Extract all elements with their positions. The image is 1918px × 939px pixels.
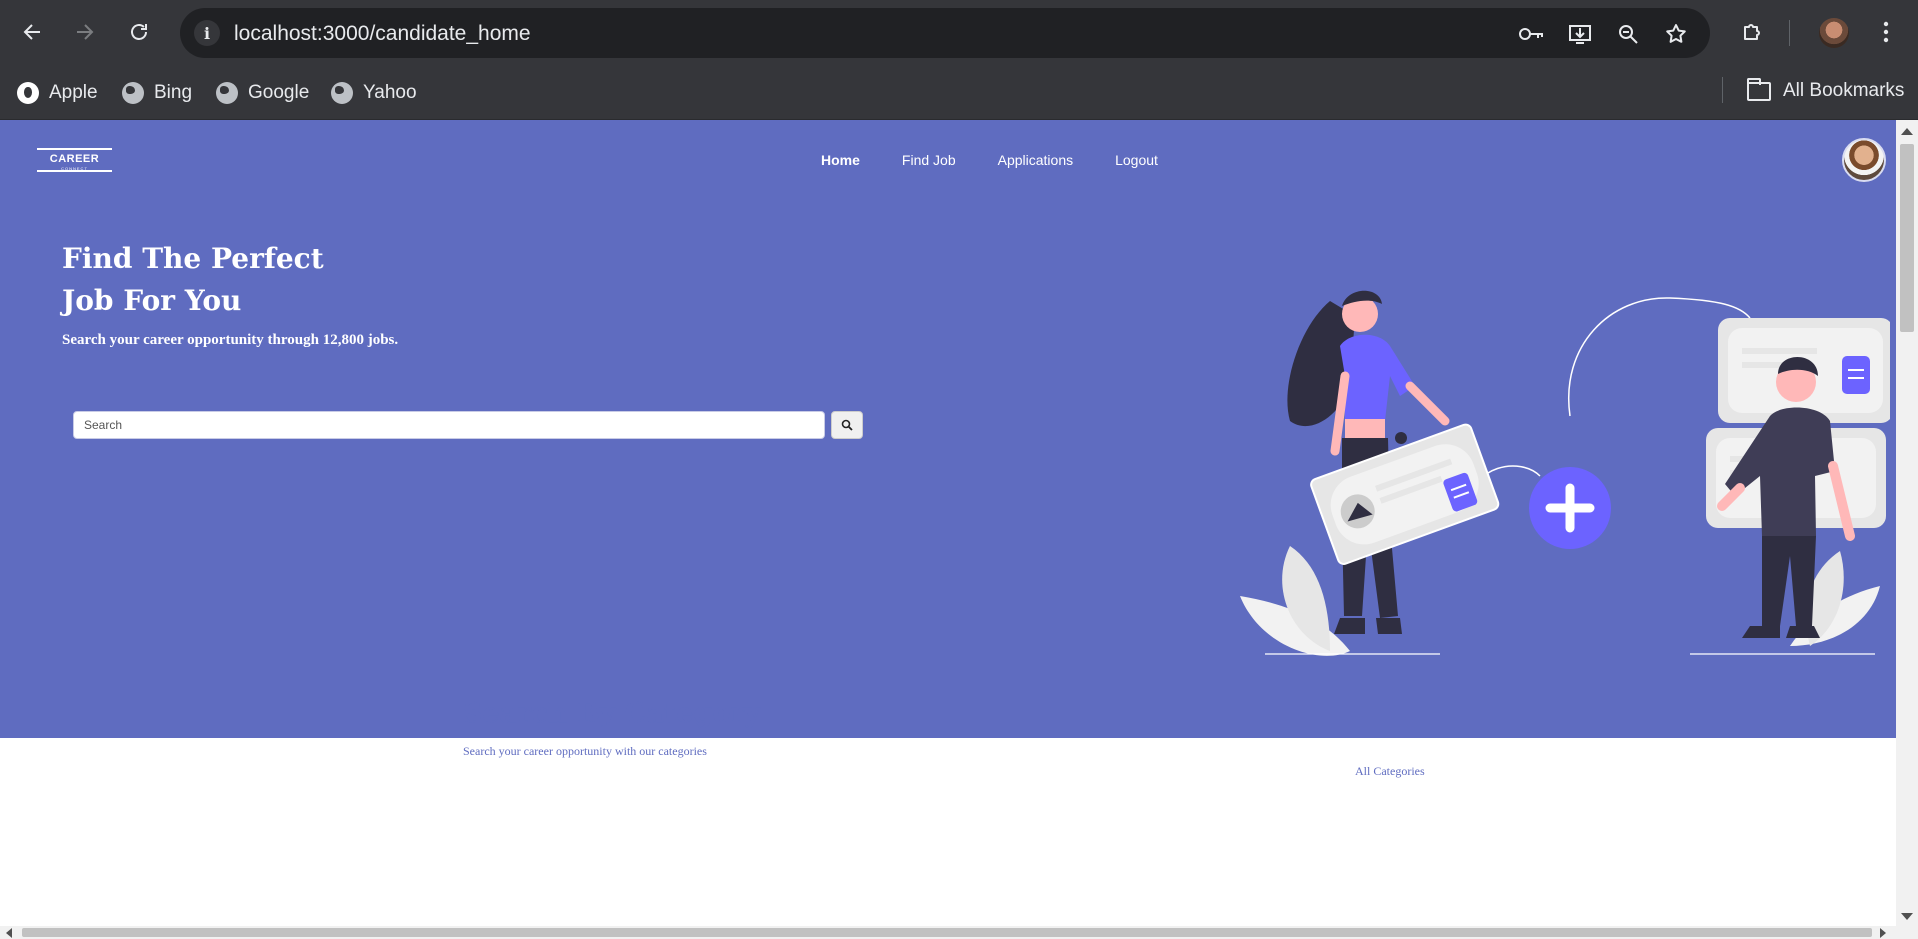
scroll-up-icon[interactable] — [1901, 128, 1913, 135]
category-section-title: Search By Category — [463, 698, 761, 729]
scroll-left-icon[interactable] — [6, 928, 12, 938]
bookmark-apple[interactable]: Apple — [17, 80, 98, 106]
search-icon — [841, 419, 853, 431]
logo-bar — [37, 148, 112, 150]
hero-subtitle: Search your career opportunity through 1… — [62, 332, 399, 348]
bookmark-label: Bing — [154, 82, 193, 103]
main-nav: Home Find Job Applications Logout — [821, 152, 1158, 168]
bookmark-yahoo[interactable]: Yahoo — [331, 80, 417, 106]
nav-applications[interactable]: Applications — [998, 152, 1074, 168]
page-viewport: CAREER CONNECT Home Find Job Application… — [0, 120, 1896, 926]
forward-icon[interactable] — [68, 15, 102, 49]
search-button[interactable] — [831, 411, 863, 439]
all-categories-link[interactable]: All Categories — [1355, 764, 1425, 779]
browser-toolbar: i localhost:3000/candidate_home — [0, 0, 1918, 66]
url-text[interactable]: localhost:3000/candidate_home — [234, 22, 531, 46]
bookmarks-divider — [1722, 77, 1723, 103]
horizontal-scrollbar[interactable] — [0, 926, 1918, 939]
nav-find-job[interactable]: Find Job — [902, 152, 956, 168]
hero-illustration — [1240, 290, 1890, 656]
bookmark-star-icon[interactable] — [1662, 20, 1690, 48]
zoom-icon[interactable] — [1614, 20, 1642, 48]
headline-line-2: Job For You — [62, 284, 242, 317]
bookmark-google[interactable]: Google — [216, 80, 309, 106]
job-search-input[interactable] — [73, 411, 825, 439]
install-app-icon[interactable] — [1566, 20, 1594, 48]
back-icon[interactable] — [15, 15, 49, 49]
hero-headline: Find The Perfect Job For You — [62, 238, 324, 322]
folder-icon — [1747, 77, 1771, 101]
scroll-down-icon[interactable] — [1901, 913, 1913, 920]
globe-icon — [122, 82, 144, 104]
bookmark-label: Apple — [49, 82, 98, 103]
scrollbar-thumb[interactable] — [1900, 144, 1914, 332]
profile-avatar[interactable] — [1819, 18, 1849, 48]
more-menu-icon[interactable] — [1870, 16, 1902, 48]
globe-icon — [331, 82, 353, 104]
logo-bar — [37, 170, 112, 172]
url-host: localhost — [234, 22, 317, 45]
bookmark-bing[interactable]: Bing — [122, 80, 192, 106]
hero-section: CAREER CONNECT Home Find Job Application… — [0, 120, 1896, 738]
reload-icon[interactable] — [122, 15, 156, 49]
user-avatar[interactable] — [1842, 138, 1886, 182]
logo-text: CAREER — [49, 153, 100, 165]
apple-icon — [17, 82, 39, 104]
all-bookmarks-button[interactable]: All Bookmarks — [1747, 77, 1905, 102]
globe-icon — [216, 82, 238, 104]
nav-home[interactable]: Home — [821, 152, 860, 168]
bookmark-label: Google — [248, 82, 310, 103]
url-path: :3000/candidate_home — [316, 22, 531, 45]
extensions-icon[interactable] — [1736, 16, 1768, 48]
headline-line-1: Find The Perfect — [62, 242, 324, 275]
all-bookmarks-label: All Bookmarks — [1783, 80, 1905, 101]
password-key-icon[interactable] — [1518, 20, 1546, 48]
bookmarks-bar: Apple Bing Google Yahoo — [0, 66, 1918, 120]
category-section-subtitle: Search your career opportunity with our … — [463, 744, 707, 758]
vertical-scrollbar[interactable] — [1896, 120, 1918, 926]
scroll-right-icon[interactable] — [1880, 928, 1886, 938]
scrollbar-thumb[interactable] — [22, 928, 1872, 937]
address-bar[interactable]: i localhost:3000/candidate_home — [180, 8, 1710, 58]
site-info-icon[interactable]: i — [194, 20, 220, 46]
nav-logout[interactable]: Logout — [1115, 152, 1158, 168]
site-logo[interactable]: CAREER CONNECT — [37, 148, 112, 174]
bookmark-label: Yahoo — [363, 82, 417, 103]
toolbar-divider — [1789, 20, 1790, 46]
